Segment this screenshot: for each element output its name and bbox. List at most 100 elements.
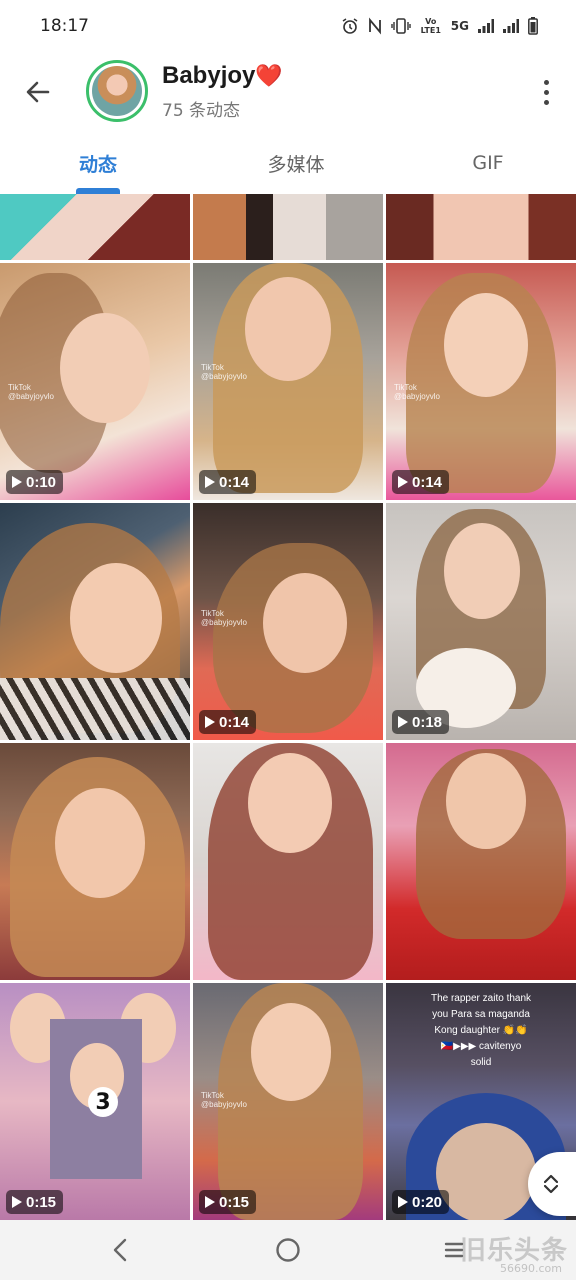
battery-icon: [528, 15, 538, 37]
tiktok-watermark: TikTok @babyjoyvlo: [201, 363, 247, 381]
duration-text: 0:14: [412, 473, 443, 491]
grid-item[interactable]: TikTok @babyjoyvlo 0:14: [386, 263, 576, 500]
video-duration-badge: 0:15: [199, 1190, 257, 1214]
tiktok-handle: @babyjoyvlo: [201, 372, 247, 381]
grid-item[interactable]: [193, 194, 383, 260]
grid-item[interactable]: TikTok @babyjoyvlo 0:14: [193, 263, 383, 500]
more-dot: [543, 89, 549, 95]
tiktok-label: TikTok: [201, 363, 224, 372]
more-dot: [543, 79, 549, 85]
play-icon: [12, 1196, 22, 1208]
grid-item[interactable]: 3 0:15: [0, 983, 190, 1220]
play-icon: [205, 1196, 215, 1208]
tab-posts[interactable]: 动态: [38, 132, 158, 194]
heart-emoji: ❤️: [255, 63, 283, 88]
thumbnail: [193, 194, 383, 260]
thumbnail-detail: [436, 1123, 536, 1220]
grid-item[interactable]: [0, 194, 190, 260]
play-icon: [205, 716, 215, 728]
watermark-url: 56690.com: [500, 1262, 562, 1275]
profile-name[interactable]: Babyjoy❤️: [162, 62, 283, 90]
tiktok-handle: @babyjoyvlo: [201, 1100, 247, 1109]
duration-text: 0:20: [412, 1193, 443, 1211]
tiktok-label: TikTok: [8, 383, 31, 392]
play-icon: [398, 716, 408, 728]
media-tabs: 动态 多媒体 GIF: [0, 132, 576, 194]
grid-item[interactable]: [0, 743, 190, 980]
video-duration-badge: 0:14: [199, 470, 257, 494]
duration-text: 0:18: [412, 713, 443, 731]
tiktok-label: TikTok: [201, 609, 224, 618]
grid-item[interactable]: TikTok @babyjoyvlo 0:14: [193, 503, 383, 740]
volte-badge: Vo LTE1: [420, 17, 441, 35]
caption-line: The rapper zaito thank: [430, 993, 532, 1004]
grid-item[interactable]: [386, 194, 576, 260]
grid-item[interactable]: [193, 743, 383, 980]
tiktok-watermark: TikTok @babyjoyvlo: [8, 383, 54, 401]
grid-item[interactable]: 0:18: [386, 503, 576, 740]
tiktok-handle: @babyjoyvlo: [201, 618, 247, 627]
grid-item[interactable]: TikTok @babyjoyvlo 0:10: [0, 263, 190, 500]
profile-avatar[interactable]: [86, 60, 148, 122]
duration-text: 0:10: [26, 473, 57, 491]
arrow-left-icon: [26, 81, 50, 103]
video-duration-badge: 0:14: [392, 470, 450, 494]
signal-icon: [478, 15, 494, 37]
video-duration-badge: 0:14: [199, 710, 257, 734]
video-caption: The rapper zaito thank you Para sa magan…: [396, 991, 566, 1071]
play-icon: [398, 1196, 408, 1208]
tab-media[interactable]: 多媒体: [226, 132, 366, 194]
thumbnail-detail: [70, 563, 162, 673]
video-duration-badge: 0:15: [6, 1190, 64, 1214]
chevron-down-icon: [544, 1185, 558, 1194]
avatar-image: [92, 66, 142, 116]
duration-text: 0:15: [219, 1193, 250, 1211]
signal-icon-2: [503, 15, 519, 37]
home-circle-icon: [276, 1238, 300, 1262]
system-nav-bar: 旧乐头条 56690.com: [0, 1220, 576, 1280]
nav-home-button[interactable]: [268, 1230, 308, 1270]
duration-text: 0:14: [219, 473, 250, 491]
thumbnail-detail: [248, 753, 332, 853]
vibrate-icon: [391, 15, 411, 37]
status-bar: 18:17 Vo LTE1 5G: [0, 0, 576, 52]
thumbnail-detail: [444, 293, 528, 397]
caption-line: 🇵🇭▶▶▶ cavitenyo: [440, 1041, 522, 1052]
play-icon: [398, 476, 408, 488]
status-icons: Vo LTE1 5G: [341, 14, 538, 38]
caption-line: you Para sa maganda: [432, 1009, 530, 1020]
tiktok-watermark: TikTok @babyjoyvlo: [201, 1091, 247, 1109]
more-dot: [543, 99, 549, 105]
more-options-button[interactable]: [536, 74, 556, 110]
play-icon: [205, 476, 215, 488]
tiktok-handle: @babyjoyvlo: [394, 392, 440, 401]
video-duration-badge: 0:18: [392, 710, 450, 734]
story-number: 3: [88, 1087, 118, 1117]
network-type: 5G: [450, 19, 469, 33]
caption-line: Kong daughter 👏👏: [434, 1025, 528, 1036]
nfc-icon: [368, 15, 382, 37]
thumbnail-detail: [446, 753, 526, 849]
thumbnail: [0, 194, 190, 260]
video-duration-badge: 0:10: [6, 470, 64, 494]
thumbnail-detail: [263, 573, 347, 673]
tab-gif[interactable]: GIF: [428, 132, 548, 194]
chat-header: Babyjoy❤️ 75 条动态: [0, 52, 576, 132]
tiktok-watermark: TikTok @babyjoyvlo: [394, 383, 440, 401]
chevron-left-icon: [113, 1238, 127, 1262]
profile-name-text: Babyjoy: [162, 62, 256, 89]
post-count: 75 条动态: [162, 101, 241, 121]
back-button[interactable]: [18, 72, 58, 112]
thumbnail-detail: [245, 277, 331, 381]
duration-text: 0:15: [26, 1193, 57, 1211]
thumbnail-detail: [251, 1003, 331, 1101]
thumbnail: [386, 194, 576, 260]
grid-item[interactable]: [386, 743, 576, 980]
grid-item[interactable]: TikTok @babyjoyvlo 0:15: [193, 983, 383, 1220]
tiktok-handle: @babyjoyvlo: [8, 392, 54, 401]
alarm-icon: [341, 15, 359, 37]
duration-text: 0:14: [219, 713, 250, 731]
grid-item[interactable]: [0, 503, 190, 740]
nav-back-button[interactable]: [100, 1230, 140, 1270]
tiktok-watermark: TikTok @babyjoyvlo: [201, 609, 247, 627]
